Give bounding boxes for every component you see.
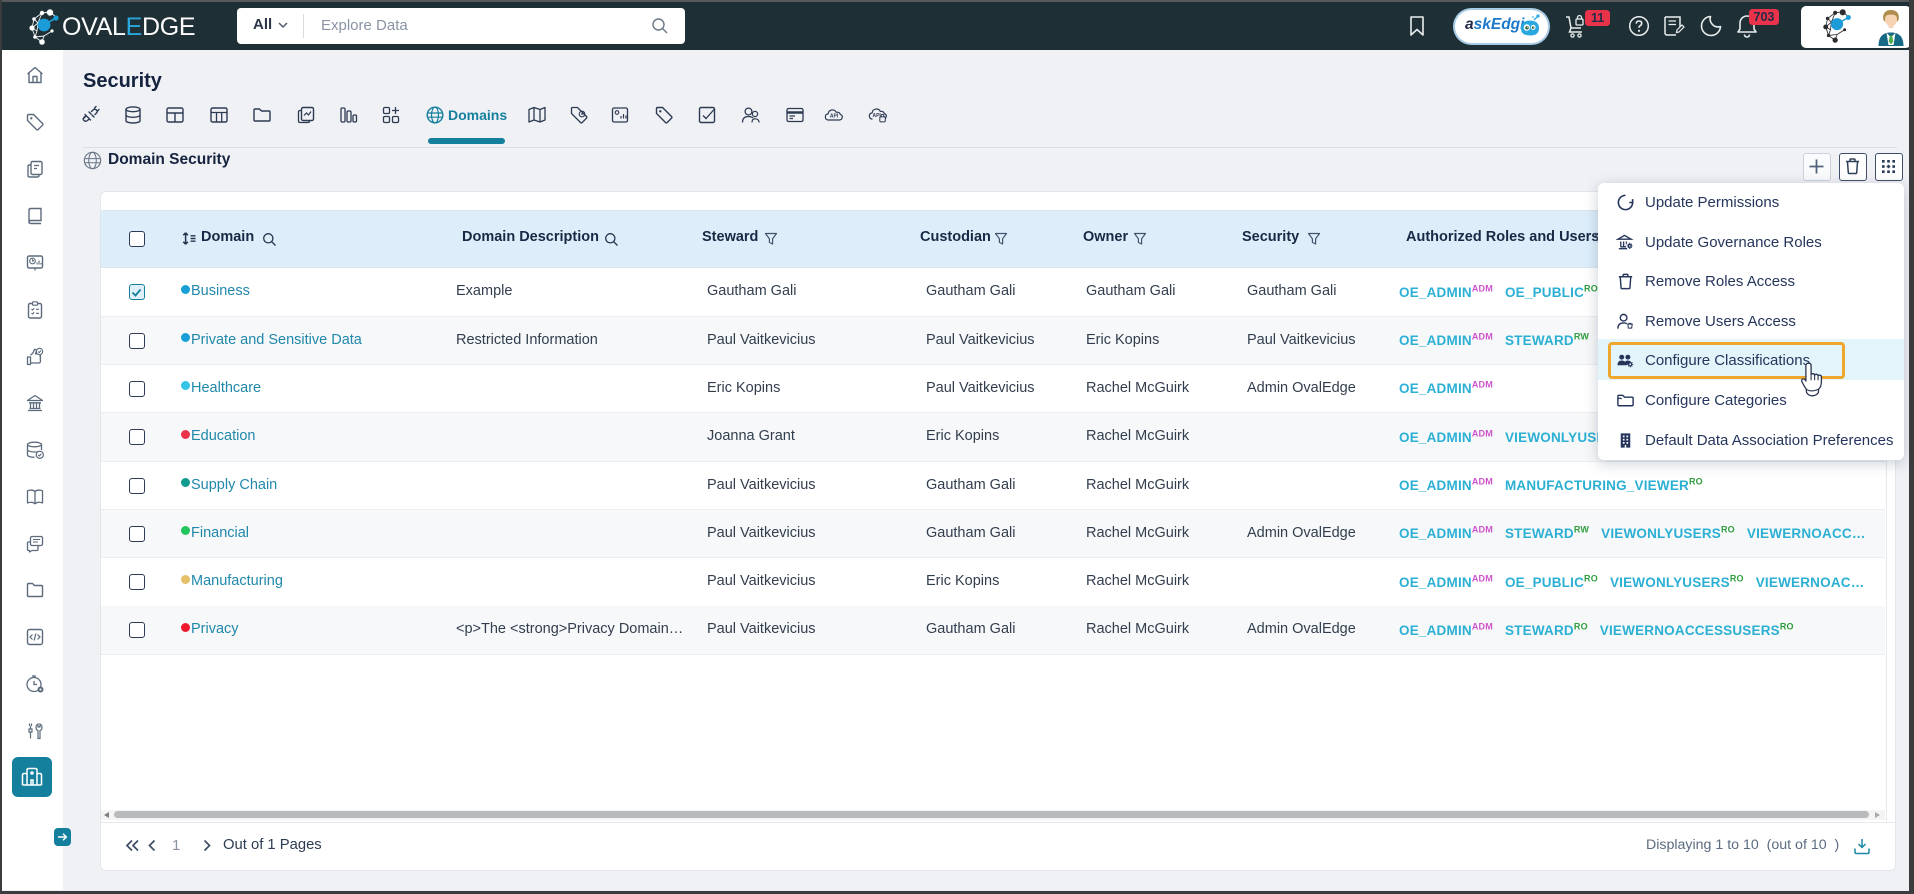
svg-text:API: API [830,114,839,120]
